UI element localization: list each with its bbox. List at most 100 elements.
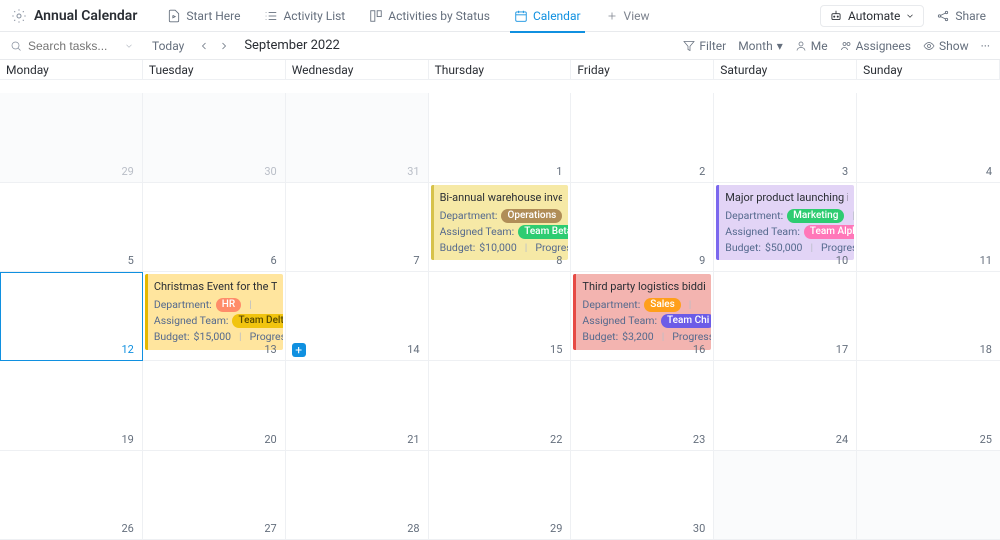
user-icon — [795, 40, 807, 52]
day-number: 21 — [407, 433, 419, 446]
event-card-christmas[interactable]: Christmas Event for the Team Member Depa… — [145, 274, 283, 350]
prev-month-button[interactable] — [196, 38, 212, 54]
day-cell[interactable]: Major product launching in New York C De… — [714, 183, 857, 272]
day-number: 27 — [264, 522, 276, 535]
calendar-grid: Monday Tuesday Wednesday Thursday Friday… — [0, 60, 1000, 540]
day-cell[interactable]: 25 — [857, 361, 1000, 450]
day-cell[interactable]: 7 — [286, 183, 429, 272]
day-cell[interactable]: 31 — [286, 93, 429, 182]
show-menu[interactable]: Show — [923, 39, 969, 53]
day-cell[interactable]: 23 — [571, 361, 714, 450]
search-input[interactable] — [28, 39, 118, 53]
event-card-warehouse[interactable]: Bi-annual warehouse inventory for spa De… — [431, 185, 569, 261]
progress-label: Progress: — [535, 240, 568, 256]
range-dropdown[interactable]: Month ▾ — [738, 39, 783, 53]
list-icon — [264, 9, 278, 23]
tab-start-here[interactable]: Start Here — [157, 0, 250, 32]
range-label: Month — [738, 39, 772, 53]
day-number: 19 — [121, 433, 133, 446]
day-number: 17 — [836, 343, 848, 356]
chevron-down-icon[interactable] — [124, 41, 134, 51]
day-cell[interactable]: 30 — [571, 451, 714, 540]
page-title-group[interactable]: Annual Calendar — [10, 7, 137, 25]
separator: | — [662, 329, 665, 345]
day-cell[interactable]: 24 — [714, 361, 857, 450]
add-task-button[interactable]: + — [292, 343, 306, 357]
day-number: 29 — [121, 165, 133, 178]
event-card-launch[interactable]: Major product launching in New York C De… — [716, 185, 854, 261]
automate-label: Automate — [848, 9, 900, 23]
event-card-logistics[interactable]: Third party logistics bidding activity D… — [573, 274, 711, 350]
day-cell[interactable]: 17 — [714, 272, 857, 361]
me-filter[interactable]: Me — [795, 39, 828, 53]
department-label: Department: — [725, 208, 783, 224]
day-cell[interactable]: 6 — [143, 183, 286, 272]
day-number: 23 — [693, 433, 705, 446]
day-number: 20 — [264, 433, 276, 446]
day-cell[interactable]: 2 — [571, 93, 714, 182]
day-cell[interactable]: Bi-annual warehouse inventory for spa De… — [429, 183, 572, 272]
share-button[interactable]: Share — [932, 6, 990, 26]
tab-label: Calendar — [533, 9, 581, 23]
tab-label: Start Here — [186, 9, 240, 23]
budget-label: Budget: — [440, 240, 476, 256]
event-title: Christmas Event for the Team Member — [154, 279, 277, 296]
day-cell[interactable]: 19 — [0, 361, 143, 450]
automate-button[interactable]: Automate — [820, 5, 924, 27]
day-cell[interactable]: 5 — [0, 183, 143, 272]
tab-calendar[interactable]: Calendar — [504, 0, 591, 32]
chevron-down-icon — [905, 11, 915, 21]
day-cell[interactable]: 29 — [429, 451, 572, 540]
day-number: 16 — [693, 343, 705, 356]
day-cell[interactable]: Christmas Event for the Team Member Depa… — [143, 272, 286, 361]
event-title: Third party logistics bidding activity — [582, 279, 705, 296]
day-cell[interactable]: 30 — [143, 93, 286, 182]
day-cell[interactable]: 9 — [571, 183, 714, 272]
board-icon — [369, 9, 383, 23]
tab-add-view[interactable]: View — [595, 0, 660, 32]
today-button[interactable]: Today — [152, 39, 184, 53]
day-cell[interactable]: + 14 — [286, 272, 429, 361]
day-cell[interactable]: 4 — [857, 93, 1000, 182]
separator: | — [239, 329, 242, 345]
day-number: 10 — [836, 254, 848, 267]
day-header: Monday — [0, 60, 143, 80]
day-cell-selected[interactable]: 12 — [0, 272, 143, 361]
day-cell[interactable] — [857, 451, 1000, 540]
day-cell[interactable]: 22 — [429, 361, 572, 450]
day-cell[interactable]: 21 — [286, 361, 429, 450]
next-month-button[interactable] — [216, 38, 232, 54]
day-cell[interactable] — [714, 451, 857, 540]
filter-icon — [683, 40, 695, 52]
day-cell[interactable]: 27 — [143, 451, 286, 540]
more-menu[interactable]: ··· — [981, 39, 990, 53]
budget-value: $3,200 — [622, 329, 654, 345]
day-cell[interactable]: 1 — [429, 93, 572, 182]
day-number: 24 — [836, 433, 848, 446]
day-cell[interactable]: 15 — [429, 272, 572, 361]
day-cell[interactable]: 29 — [0, 93, 143, 182]
day-header: Tuesday — [143, 60, 286, 80]
budget-value: $10,000 — [479, 240, 516, 256]
day-number: 18 — [980, 343, 992, 356]
eye-icon — [923, 40, 935, 52]
assignees-filter[interactable]: Assignees — [840, 39, 911, 53]
day-cell[interactable]: 3 — [714, 93, 857, 182]
day-header: Saturday — [714, 60, 857, 80]
day-number: 8 — [556, 254, 562, 267]
day-number: 11 — [980, 254, 992, 267]
day-cell[interactable]: 20 — [143, 361, 286, 450]
day-cell[interactable]: 28 — [286, 451, 429, 540]
tab-activities-by-status[interactable]: Activities by Status — [359, 0, 500, 32]
tab-activity-list[interactable]: Activity List — [254, 0, 355, 32]
assigned-team-label: Assigned Team: — [725, 224, 800, 240]
day-cell[interactable]: 11 — [857, 183, 1000, 272]
separator: | — [249, 297, 252, 313]
search-box[interactable] — [10, 39, 130, 53]
day-cell[interactable]: Third party logistics bidding activity D… — [571, 272, 714, 361]
day-cell[interactable]: 18 — [857, 272, 1000, 361]
team-badge: Team Chi — [661, 314, 711, 328]
assigned-team-label: Assigned Team: — [582, 313, 657, 329]
day-cell[interactable]: 26 — [0, 451, 143, 540]
filter-button[interactable]: Filter — [683, 39, 726, 53]
